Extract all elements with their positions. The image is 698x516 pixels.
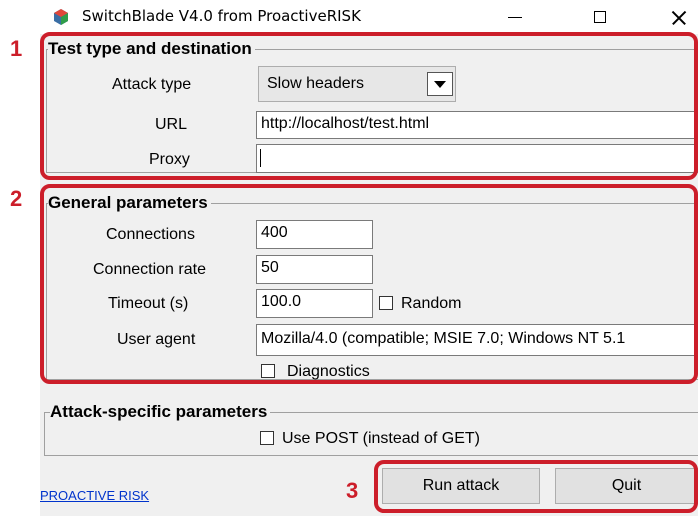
run-attack-button[interactable]: Run attack [382,468,540,504]
callout-number-1: 1 [10,36,23,61]
diagnostics-label: Diagnostics [287,363,370,380]
attack-type-value: Slow headers [267,75,364,92]
callout-number-2: 2 [10,186,23,211]
proxy-label: Proxy [149,151,190,168]
text-cursor [260,149,261,167]
callout-number-3: 3 [346,478,359,503]
timeout-input[interactable]: 100.0 [256,289,373,318]
test-group-title: Test type and destination [48,39,255,59]
attack-type-label: Attack type [112,76,192,93]
user-agent-label: User agent [117,331,196,348]
url-label: URL [155,116,188,133]
close-button[interactable] [648,0,698,34]
window-title: SwitchBlade V4.0 from ProactiveRISK [82,7,361,25]
diagnostics-checkbox[interactable] [261,364,275,378]
timeout-label: Timeout (s) [108,295,189,312]
maximize-button[interactable] [562,0,612,34]
random-label: Random [401,295,462,312]
proactive-risk-link[interactable]: PROACTIVE RISK [40,488,149,503]
app-logo-icon [54,9,68,25]
connection-rate-label: Connection rate [93,261,206,278]
connection-rate-input[interactable]: 50 [256,255,373,284]
user-agent-input[interactable]: Mozilla/4.0 (compatible; MSIE 7.0; Windo… [256,324,698,356]
attack-group-title: Attack-specific parameters [50,402,271,422]
minimize-button[interactable] [490,0,540,34]
quit-button[interactable]: Quit [555,468,698,504]
attack-type-select[interactable]: Slow headers [258,66,456,102]
title-bar: SwitchBlade V4.0 from ProactiveRISK [0,0,698,34]
use-post-checkbox[interactable] [260,431,274,445]
connections-label: Connections [106,226,195,243]
connections-input[interactable]: 400 [256,220,373,249]
url-input[interactable]: http://localhost/test.html [256,111,698,139]
proxy-input[interactable] [256,144,698,173]
use-post-label: Use POST (instead of GET) [282,430,480,447]
general-group-title: General parameters [48,193,211,213]
chevron-down-icon[interactable] [427,72,453,96]
random-checkbox[interactable] [379,296,393,310]
